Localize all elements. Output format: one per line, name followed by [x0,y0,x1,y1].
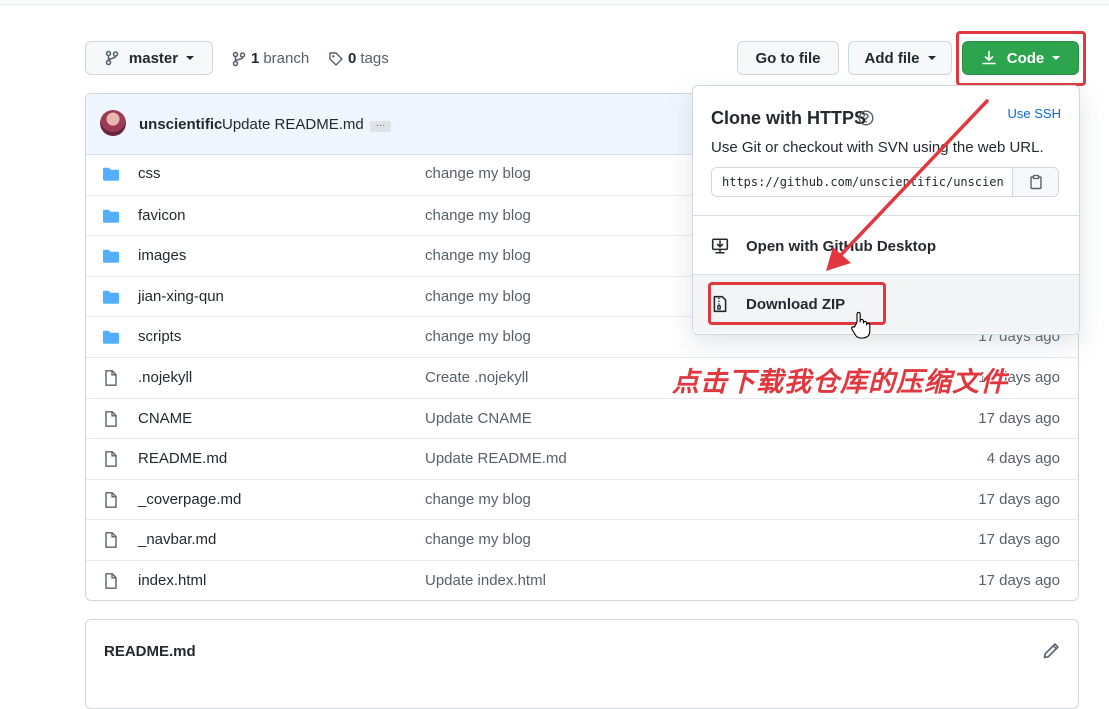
desktop-download-icon [711,238,729,254]
table-row[interactable]: _navbar.md change my blog 17 days ago [86,519,1078,560]
commit-message-link[interactable]: Update CNAME [425,410,532,427]
divider [693,215,1079,216]
tag-count: 0 [348,50,357,67]
file-name[interactable]: _navbar.md [138,531,216,548]
commit-message-link[interactable]: change my blog [425,328,531,345]
question-icon[interactable] [858,110,874,126]
branch-label: branch [263,50,310,67]
annotation-text: 点击下载我仓库的压缩文件 [672,367,1008,398]
branches-link[interactable]: 1 branch [231,50,309,67]
folder-icon [103,249,119,263]
copy-url-button[interactable] [1012,168,1058,196]
file-icon [105,451,117,468]
avatar[interactable] [100,110,126,136]
table-row[interactable]: README.md Update README.md 4 days ago [86,438,1078,479]
clipboard-icon [1029,174,1042,190]
commit-age: 17 days ago [978,531,1060,549]
commit-message[interactable]: Update README.md [222,116,364,133]
file-icon [105,410,117,427]
file-name[interactable]: README.md [138,450,227,467]
commit-author[interactable]: unscientific [139,116,222,133]
folder-icon [103,331,119,345]
commit-ellipsis-button[interactable]: … [370,119,391,132]
use-ssh-link[interactable]: Use SSH [1008,106,1061,121]
chevron-down-icon [186,56,195,60]
commit-age: 4 days ago [986,450,1060,468]
git-branch-icon [105,50,119,66]
commit-message-link[interactable]: change my blog [425,165,531,182]
file-name[interactable]: favicon [138,207,186,224]
commit-age: 17 days ago [978,409,1060,427]
git-branch-icon [232,51,246,66]
file-icon [105,491,117,508]
branch-selector-label: master [128,49,179,67]
tag-label: tags [360,50,389,67]
add-file-label: Add file [864,49,920,67]
commit-age: 17 days ago [978,572,1060,589]
top-border [0,0,1109,5]
commit-age: 17 days ago [978,490,1060,508]
commit-message-link[interactable]: Create .nojekyll [425,369,528,386]
add-file-button[interactable]: Add file [848,41,952,75]
clone-url-group [711,167,1059,197]
file-icon [105,370,117,386]
branch-count: 1 [251,50,260,67]
commit-message-link[interactable]: change my blog [425,247,531,264]
commit-message-link[interactable]: change my blog [425,491,531,508]
chevron-down-icon [927,56,936,60]
commit-message-link[interactable]: Update index.html [425,572,546,589]
file-name[interactable]: .nojekyll [138,369,192,386]
commit-message-link[interactable]: change my blog [425,288,531,305]
file-name[interactable]: scripts [138,328,181,345]
file-name[interactable]: css [138,165,161,182]
folder-icon [103,167,119,181]
download-zip-highlight [708,282,886,325]
code-button-highlight [956,31,1086,86]
file-name[interactable]: _coverpage.md [138,491,241,508]
file-name[interactable]: images [138,247,186,264]
branch-selector-button[interactable]: master [85,41,213,75]
table-row[interactable]: _coverpage.md change my blog 17 days ago [86,478,1078,520]
open-desktop-label: Open with GitHub Desktop [746,237,936,255]
file-icon [105,532,117,549]
tags-link[interactable]: 0 tags [328,50,389,67]
open-desktop-item[interactable]: Open with GitHub Desktop [693,217,1079,275]
tag-icon [329,51,343,66]
pencil-icon[interactable] [1042,642,1060,660]
readme-panel: README.md [85,619,1079,709]
commit-message-link[interactable]: Update README.md [425,450,567,467]
table-row[interactable]: CNAME Update CNAME 17 days ago [86,397,1078,439]
table-row[interactable]: index.html Update index.html 17 days ago [86,560,1078,600]
file-name[interactable]: CNAME [138,410,192,427]
commit-message-link[interactable]: change my blog [425,531,531,548]
folder-icon [103,290,119,304]
readme-title: README.md [104,643,196,660]
clone-description: Use Git or checkout with SVN using the w… [711,139,1044,156]
file-icon [105,573,117,589]
clone-url-input[interactable] [712,168,1014,196]
clone-title: Clone with HTTPS [711,108,866,128]
go-to-file-button[interactable]: Go to file [737,41,839,75]
folder-icon [103,209,119,223]
file-name[interactable]: index.html [138,572,206,589]
commit-message-link[interactable]: change my blog [425,207,531,224]
file-name[interactable]: jian-xing-qun [138,288,224,305]
